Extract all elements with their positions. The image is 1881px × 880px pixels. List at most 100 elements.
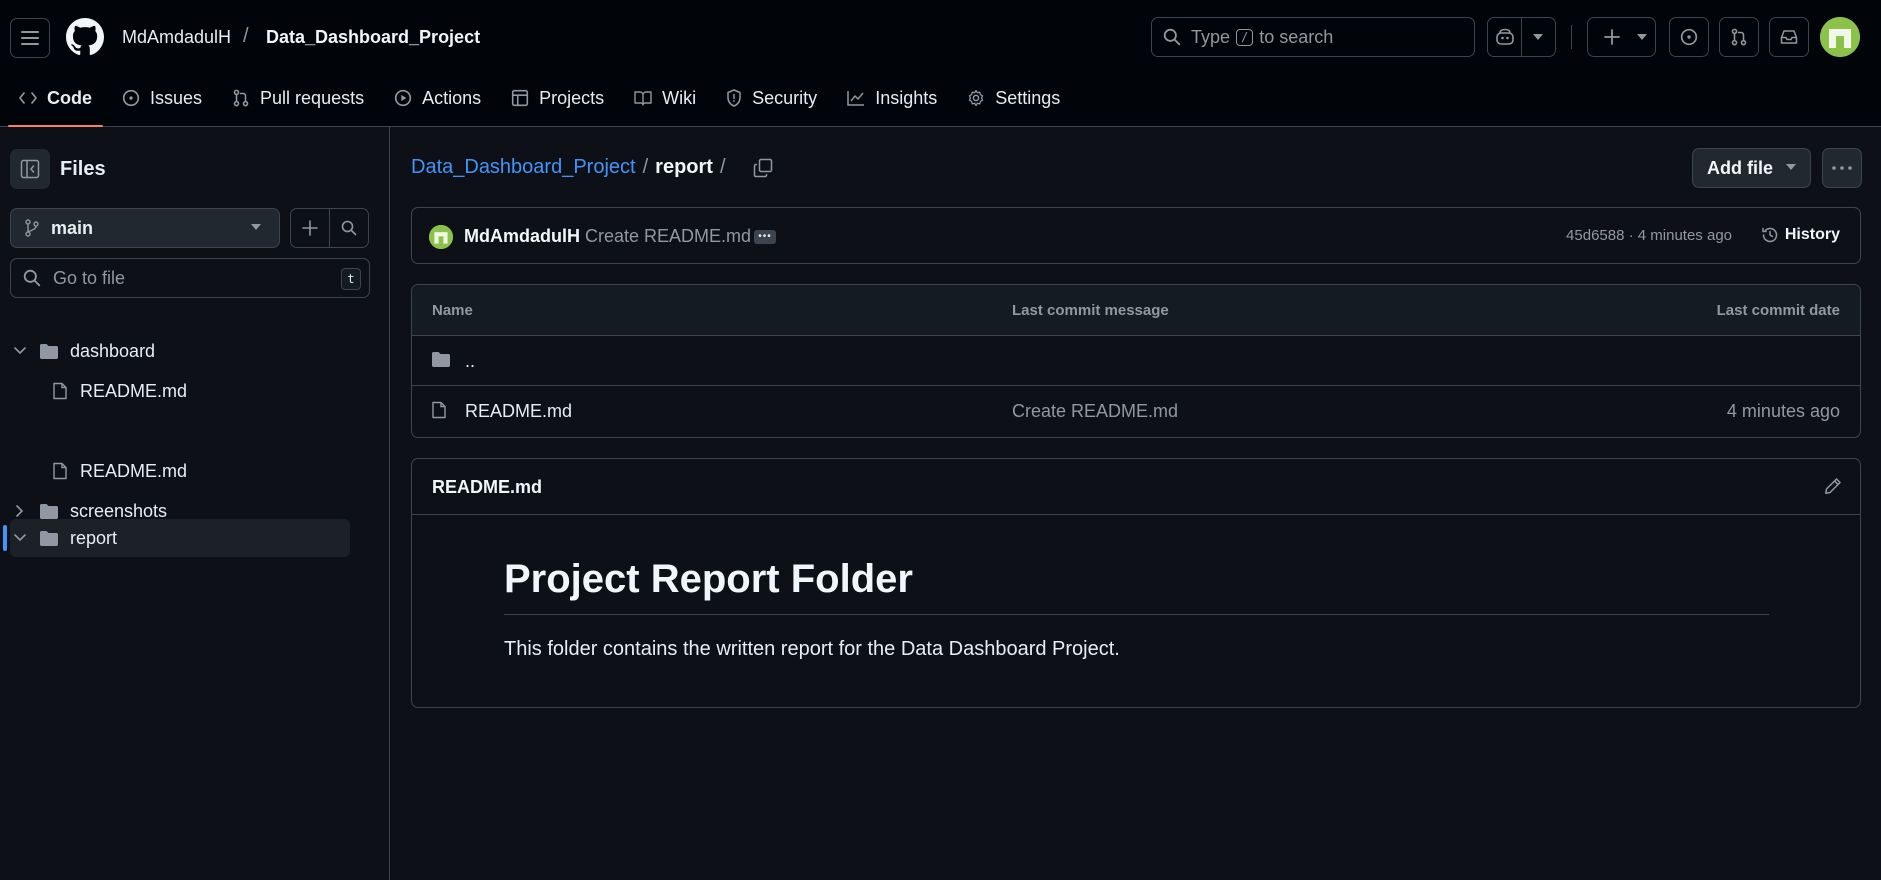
github-logo-icon[interactable]: [66, 18, 104, 56]
tree-item-label: dashboard: [70, 340, 156, 361]
chevron-down-icon: [1632, 34, 1652, 40]
pencil-icon[interactable]: [1824, 477, 1842, 495]
readme-panel: README.md Project Report Folder This fol…: [411, 458, 1861, 708]
issues-button[interactable]: [1669, 17, 1709, 57]
tab-label: Pull requests: [260, 87, 365, 108]
tab-label: Wiki: [662, 87, 697, 108]
tree-item-dashboard-readme[interactable]: README.md: [0, 372, 350, 410]
tab-settings[interactable]: Settings: [956, 80, 1071, 116]
commit-message-link[interactable]: Create README.md: [1012, 401, 1178, 422]
repo-owner-link[interactable]: MdAmdadulH: [122, 27, 231, 48]
commit-message-link[interactable]: Create README.md: [585, 226, 751, 247]
search-files-button[interactable]: [329, 208, 369, 248]
folder-icon: [431, 351, 451, 367]
go-to-file-shortcut: t: [341, 268, 361, 290]
breadcrumb: Data_Dashboard_Project / report /: [411, 156, 773, 179]
tab-issues[interactable]: Issues: [111, 80, 213, 116]
go-to-file-placeholder: Go to file: [53, 267, 126, 288]
tab-label: Security: [752, 87, 818, 108]
copy-path-icon[interactable]: [753, 158, 773, 178]
plus-icon: [1592, 29, 1632, 45]
tree-item-dashboard[interactable]: dashboard: [0, 332, 350, 370]
commit-date: 4 minutes ago: [1726, 401, 1840, 421]
file-icon: [431, 401, 447, 419]
search-input[interactable]: Type / to search: [1151, 17, 1475, 57]
search-icon: [341, 220, 357, 236]
tree-item-label: README.md: [80, 380, 188, 401]
repo-name-link[interactable]: Data_Dashboard_Project: [266, 27, 480, 48]
folder-open-icon: [39, 343, 59, 359]
parent-directory-link[interactable]: ..: [465, 351, 475, 372]
chevron-down-icon: [251, 224, 261, 230]
header-divider: [1571, 25, 1572, 49]
chevron-down-icon[interactable]: [14, 347, 26, 355]
tree-item-label: screenshots: [70, 500, 168, 521]
tab-projects[interactable]: Projects: [500, 80, 615, 116]
tab-security[interactable]: Security: [715, 80, 828, 116]
breadcrumb-separator: /: [642, 156, 649, 178]
more-options-button[interactable]: [1822, 148, 1862, 188]
file-icon: [52, 382, 68, 400]
tree-item-screenshots[interactable]: screenshots: [0, 492, 350, 530]
tab-label: Code: [47, 87, 92, 108]
avatar[interactable]: [429, 225, 453, 249]
gear-icon: [967, 89, 985, 107]
readme-header: README.md: [412, 459, 1860, 515]
collapse-sidebar-button[interactable]: [10, 149, 50, 189]
menu-button[interactable]: [10, 18, 50, 58]
create-new-button[interactable]: [1587, 17, 1656, 57]
tab-actions[interactable]: Actions: [383, 80, 492, 116]
add-file-button[interactable]: Add file: [1692, 148, 1811, 188]
breadcrumb-separator: /: [719, 156, 726, 178]
tab-label: Insights: [875, 87, 938, 108]
tab-pull-requests[interactable]: Pull requests: [221, 80, 375, 116]
commit-sha-time[interactable]: 45d6588 · 4 minutes ago: [1566, 227, 1732, 244]
sidebar-title: Files: [60, 158, 106, 180]
branch-icon: [25, 219, 39, 237]
history-link[interactable]: History: [1761, 226, 1840, 244]
add-file-sidebar-button[interactable]: [290, 208, 330, 248]
shield-icon: [726, 89, 742, 107]
readme-filename[interactable]: README.md: [432, 477, 542, 498]
chevron-down-icon[interactable]: [14, 534, 26, 542]
code-icon: [19, 91, 37, 105]
commit-author-link[interactable]: MdAmdadulH: [464, 226, 580, 247]
tab-code[interactable]: Code: [8, 80, 103, 127]
tab-label: Settings: [995, 87, 1061, 108]
column-header-date: Last commit date: [1716, 302, 1840, 319]
file-tree-sidebar: Files main Go to file t dashboard README…: [0, 127, 390, 880]
history-label: History: [1784, 226, 1840, 243]
inbox-button[interactable]: [1769, 17, 1809, 57]
chevron-down-icon[interactable]: [1522, 34, 1555, 40]
file-name-link[interactable]: README.md: [465, 401, 572, 422]
readme-paragraph: This folder contains the written report …: [504, 638, 1120, 660]
kebab-horizontal-icon: [1832, 166, 1852, 170]
tree-item-report-readme[interactable]: README.md: [0, 452, 350, 490]
folder-icon: [39, 503, 59, 519]
column-header-message: Last commit message: [1012, 302, 1169, 319]
table-row[interactable]: README.md Create README.md 4 minutes ago: [412, 386, 1860, 436]
branch-selector[interactable]: main: [10, 208, 280, 248]
search-icon: [23, 269, 41, 287]
pull-requests-button[interactable]: [1719, 17, 1759, 57]
copilot-button[interactable]: [1487, 17, 1556, 57]
breadcrumb-repo-link[interactable]: Data_Dashboard_Project: [411, 156, 636, 179]
table-icon: [511, 89, 529, 107]
book-icon: [634, 90, 652, 106]
expand-commit-button[interactable]: •••: [754, 230, 776, 244]
user-avatar[interactable]: [1820, 17, 1860, 57]
chevron-right-icon[interactable]: [16, 505, 24, 517]
issue-icon: [1680, 28, 1698, 46]
table-row[interactable]: ..: [412, 336, 1860, 386]
tab-insights[interactable]: Insights: [836, 80, 948, 116]
search-icon: [1163, 28, 1181, 46]
column-header-name: Name: [432, 302, 473, 319]
file-table: Name Last commit message Last commit dat…: [411, 284, 1861, 438]
go-to-file-input[interactable]: Go to file t: [10, 258, 370, 298]
tab-wiki[interactable]: Wiki: [623, 80, 707, 116]
tab-label: Issues: [150, 87, 203, 108]
plus-icon: [302, 220, 318, 236]
readme-heading: Project Report Folder: [504, 557, 1769, 615]
sidebar-collapse-icon: [20, 159, 40, 179]
search-prefix: Type: [1191, 26, 1231, 47]
